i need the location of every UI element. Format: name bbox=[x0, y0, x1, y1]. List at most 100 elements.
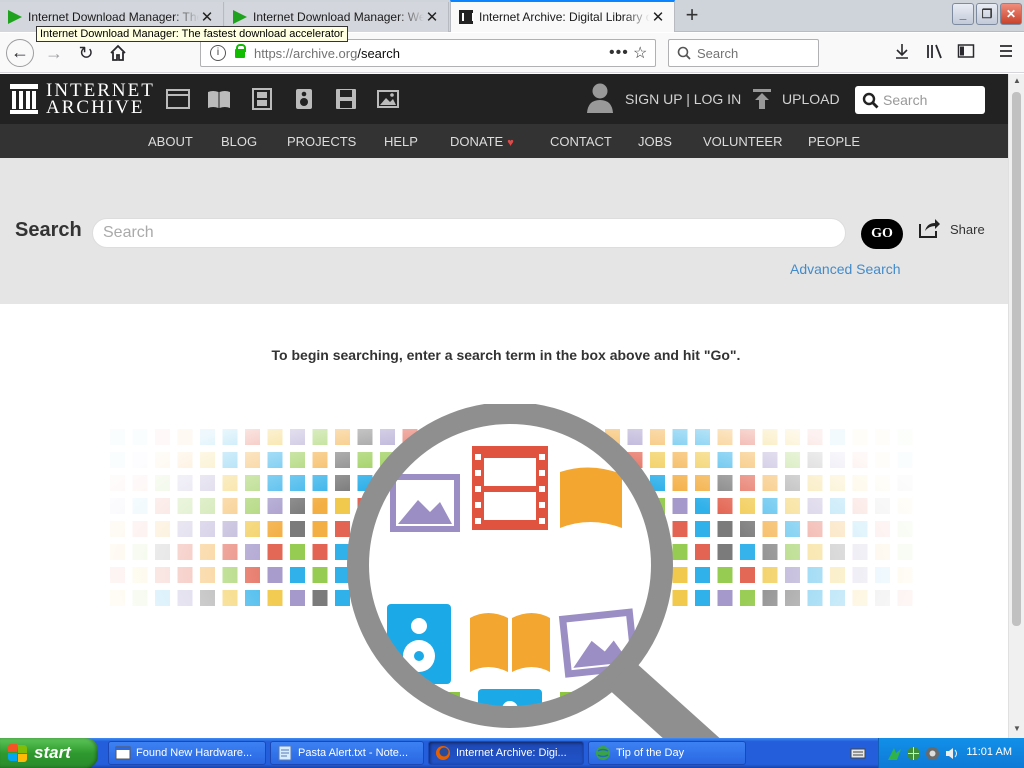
advanced-search-link[interactable]: Advanced Search bbox=[790, 261, 901, 277]
nav-contact[interactable]: CONTACT bbox=[550, 134, 612, 149]
archive-building-icon bbox=[10, 84, 38, 114]
firefox-icon bbox=[436, 746, 450, 760]
window-controls: _ ❐ ✕ bbox=[952, 3, 1022, 25]
nav-donate[interactable]: DONATE ♥ bbox=[450, 134, 514, 149]
reload-icon[interactable]: ↻ bbox=[72, 39, 100, 67]
window-icon bbox=[115, 746, 131, 760]
ia-top-bar: INTERNET ARCHIVE SIGN UP | LOG IN UPLOAD… bbox=[0, 74, 1008, 124]
scroll-up-arrow-icon[interactable]: ▲ bbox=[1011, 76, 1023, 88]
back-arrow-icon[interactable]: ← bbox=[6, 39, 34, 67]
ia-header-search-placeholder: Search bbox=[883, 92, 928, 108]
signup-login-link[interactable]: SIGN UP | LOG IN bbox=[625, 91, 741, 107]
idm-play-icon bbox=[233, 10, 247, 24]
scroll-thumb[interactable] bbox=[1012, 92, 1021, 626]
logo-line-2: ARCHIVE bbox=[46, 97, 145, 118]
user-avatar-icon[interactable] bbox=[586, 82, 614, 114]
scroll-down-arrow-icon[interactable]: ▼ bbox=[1011, 724, 1023, 736]
sidebar-icon[interactable] bbox=[955, 43, 977, 65]
screen: Internet Download Manager: The fastest d… bbox=[0, 0, 1024, 768]
task-title: Pasta Alert.txt - Note... bbox=[298, 747, 409, 759]
keyboard-icon[interactable] bbox=[850, 745, 866, 761]
browser-search-placeholder: Search bbox=[697, 45, 739, 61]
search-icon bbox=[677, 46, 691, 60]
nav-help[interactable]: HELP bbox=[384, 134, 418, 149]
tab-close-icon[interactable]: ✕ bbox=[650, 8, 666, 26]
tab-close-icon[interactable]: ✕ bbox=[424, 8, 440, 26]
software-floppy-icon[interactable] bbox=[334, 88, 358, 110]
page-actions-icon[interactable]: ••• bbox=[609, 44, 633, 62]
nav-jobs[interactable]: JOBS bbox=[638, 134, 672, 149]
tab-title: Internet Download Manager: Welcome bbox=[253, 10, 424, 24]
search-icon bbox=[862, 92, 879, 108]
restore-icon[interactable]: ❐ bbox=[976, 3, 998, 25]
ia-logo[interactable]: INTERNET ARCHIVE bbox=[10, 81, 155, 118]
home-icon[interactable] bbox=[104, 39, 132, 67]
nav-people[interactable]: PEOPLE bbox=[808, 134, 860, 149]
minimize-icon[interactable]: _ bbox=[952, 3, 974, 25]
bookmark-star-icon[interactable]: ☆ bbox=[633, 43, 655, 63]
task-notepad[interactable]: Pasta Alert.txt - Note... bbox=[270, 741, 424, 765]
archive-favicon-icon bbox=[459, 10, 474, 24]
network-globe-icon[interactable] bbox=[906, 746, 921, 761]
task-tip-of-the-day[interactable]: Tip of the Day bbox=[588, 741, 746, 765]
share-button[interactable]: Share bbox=[950, 222, 985, 237]
task-title: Found New Hardware... bbox=[136, 747, 253, 759]
downloads-icon[interactable] bbox=[891, 43, 913, 65]
search-illustration bbox=[100, 404, 920, 738]
ia-header-search[interactable]: Search bbox=[855, 86, 985, 114]
images-picture-icon[interactable] bbox=[376, 88, 400, 110]
ia-nav-bar: ABOUT BLOG PROJECTS HELP DONATE ♥ CONTACT… bbox=[0, 124, 1008, 158]
start-label: start bbox=[34, 743, 71, 762]
texts-book-icon[interactable] bbox=[207, 88, 231, 110]
web-icon[interactable] bbox=[166, 88, 190, 110]
close-window-icon[interactable]: ✕ bbox=[1000, 3, 1022, 25]
tab-title: Internet Archive: Digital Library of Fre… bbox=[479, 10, 650, 24]
library-icon[interactable] bbox=[924, 43, 946, 65]
task-found-new-hardware[interactable]: Found New Hardware... bbox=[108, 741, 266, 765]
audio-speaker-icon[interactable] bbox=[292, 88, 316, 110]
windows-flag-icon bbox=[8, 744, 28, 762]
nav-blog[interactable]: BLOG bbox=[221, 134, 257, 149]
tab-title: Internet Download Manager: The fastest d… bbox=[28, 10, 199, 24]
nav-about[interactable]: ABOUT bbox=[148, 134, 193, 149]
system-tray: 11:01 AM bbox=[878, 738, 1024, 768]
idm-tray-icon[interactable] bbox=[887, 746, 902, 761]
video-film-icon[interactable] bbox=[250, 88, 274, 110]
task-internet-archive[interactable]: Internet Archive: Digi... bbox=[428, 741, 584, 765]
logo-text: INTERNET ARCHIVE bbox=[46, 81, 155, 118]
address-bar[interactable]: i https://archive.org/search ••• ☆ bbox=[200, 39, 656, 67]
web-page: INTERNET ARCHIVE SIGN UP | LOG IN UPLOAD… bbox=[0, 74, 1008, 738]
go-button[interactable]: GO bbox=[861, 219, 903, 249]
heart-icon: ♥ bbox=[507, 137, 514, 149]
system-clock: 11:01 AM bbox=[966, 746, 1012, 758]
idm-play-icon bbox=[8, 10, 22, 24]
forward-arrow-icon[interactable]: → bbox=[40, 39, 68, 67]
volume-speaker-icon[interactable] bbox=[944, 746, 959, 761]
share-icon[interactable] bbox=[919, 218, 941, 238]
task-title: Tip of the Day bbox=[616, 747, 685, 759]
main-search-input[interactable]: Search bbox=[92, 218, 846, 248]
nav-volunteer[interactable]: VOLUNTEER bbox=[703, 134, 782, 149]
url-host: https://archive.org bbox=[254, 45, 358, 61]
menu-icon[interactable] bbox=[995, 43, 1017, 65]
windows-taskbar: start Found New Hardware... Pasta Alert.… bbox=[0, 738, 1024, 768]
task-title: Internet Archive: Digi... bbox=[456, 747, 567, 759]
nav-projects[interactable]: PROJECTS bbox=[287, 134, 356, 149]
url-text[interactable]: https://archive.org/search bbox=[254, 46, 609, 61]
search-heading: Search bbox=[15, 219, 82, 241]
security-shield-icon[interactable] bbox=[925, 746, 940, 761]
browser-search-box[interactable]: Search bbox=[668, 39, 819, 67]
page-scrollbar[interactable]: ▲ ▼ bbox=[1008, 74, 1024, 738]
tab-internet-archive[interactable]: Internet Archive: Digital Library of Fre… bbox=[450, 0, 675, 32]
lock-icon bbox=[235, 43, 246, 58]
new-tab-icon[interactable]: + bbox=[680, 4, 704, 28]
upload-icon[interactable] bbox=[752, 88, 772, 110]
url-path: /search bbox=[357, 45, 400, 61]
upload-link[interactable]: UPLOAD bbox=[782, 91, 840, 107]
notepad-icon bbox=[278, 745, 292, 761]
site-info-icon[interactable]: i bbox=[210, 45, 226, 61]
nav-donate-label: DONATE bbox=[450, 134, 504, 149]
search-section: Search Search GO Share Advanced Search bbox=[0, 158, 1008, 304]
start-button[interactable]: start bbox=[0, 738, 98, 768]
tab-close-icon[interactable]: ✕ bbox=[199, 8, 215, 26]
